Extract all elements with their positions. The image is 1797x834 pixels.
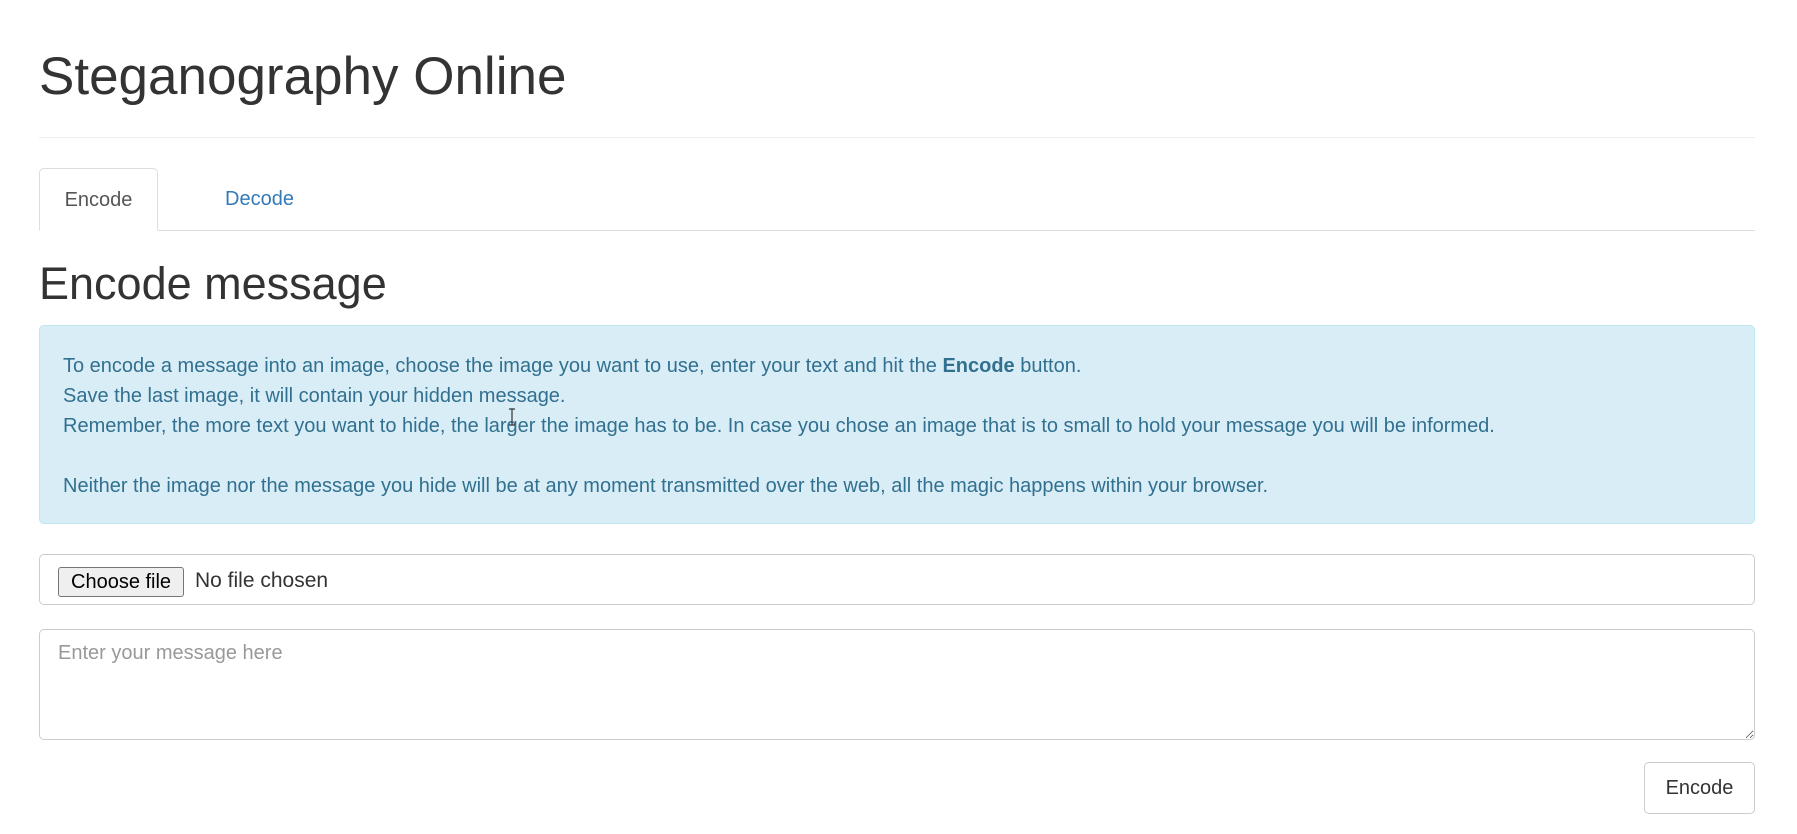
message-input[interactable] xyxy=(39,629,1755,740)
info-spacer xyxy=(63,441,1731,471)
info-line-1-end: button. xyxy=(1014,355,1082,377)
file-input[interactable]: Choose file No file chosen xyxy=(39,554,1755,605)
tab-encode[interactable]: Encode xyxy=(39,168,158,231)
section-heading: Encode message xyxy=(39,258,387,309)
info-line-1: To encode a message into an image, choos… xyxy=(63,351,1731,381)
info-line-1-start: To encode a message into an image, choos… xyxy=(63,355,943,377)
page-title: Steganography Online xyxy=(39,47,567,106)
encode-button[interactable]: Encode xyxy=(1644,762,1755,814)
page: Steganography Online Encode Decode Encod… xyxy=(0,0,1797,834)
text-cursor-icon xyxy=(509,408,515,426)
choose-file-button[interactable]: Choose file xyxy=(58,567,185,597)
info-line-1-bold: Encode xyxy=(942,355,1015,377)
tab-decode[interactable]: Decode xyxy=(201,168,318,230)
info-alert: To encode a message into an image, choos… xyxy=(39,325,1755,524)
tab-bar: Encode Decode xyxy=(39,168,1755,231)
info-line-2: Save the last image, it will contain you… xyxy=(63,385,566,407)
title-divider xyxy=(39,137,1755,138)
file-status: No file chosen xyxy=(195,569,329,592)
info-line-3: Remember, the more text you want to hide… xyxy=(63,415,1495,437)
info-line-4: Neither the image nor the message you hi… xyxy=(63,475,1269,497)
